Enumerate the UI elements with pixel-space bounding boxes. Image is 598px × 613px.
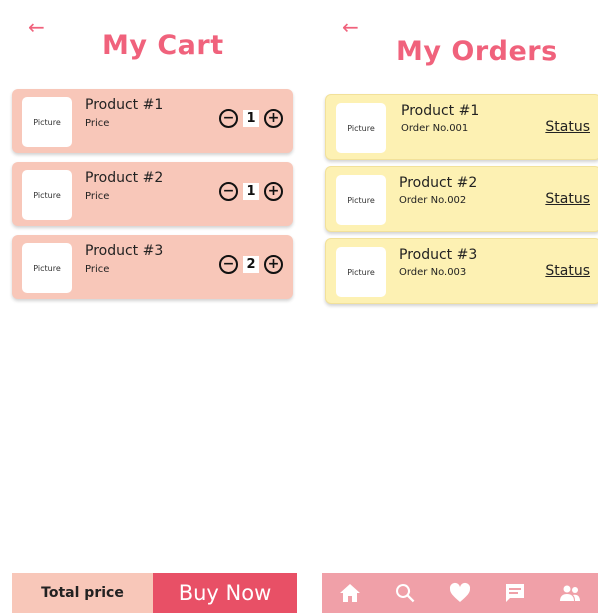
- order-number: Order No.003: [399, 267, 467, 278]
- quantity-value: 1: [243, 183, 259, 200]
- quantity-stepper: − 1 +: [219, 109, 283, 128]
- total-price-label: Total price: [12, 573, 153, 613]
- status-link[interactable]: Status: [545, 263, 590, 279]
- search-icon[interactable]: [390, 578, 420, 608]
- product-name: Product #2: [85, 170, 164, 186]
- product-picture: Picture: [22, 170, 72, 220]
- minus-icon[interactable]: −: [219, 182, 238, 201]
- screen-divider: [306, 0, 322, 613]
- chat-icon[interactable]: [500, 578, 530, 608]
- product-name: Product #2: [399, 175, 478, 191]
- product-price: Price: [85, 118, 110, 129]
- product-picture: Picture: [336, 175, 386, 225]
- quantity-value: 2: [243, 256, 259, 273]
- product-name: Product #3: [85, 243, 164, 259]
- cart-screen: ← My Cart Picture Product #1 Price − 1 +…: [0, 0, 305, 613]
- heart-icon[interactable]: [445, 578, 475, 608]
- product-price: Price: [85, 264, 110, 275]
- product-picture: Picture: [22, 243, 72, 293]
- minus-icon[interactable]: −: [219, 255, 238, 274]
- cart-footer: Total price Buy Now: [12, 573, 297, 613]
- buy-now-button[interactable]: Buy Now: [153, 573, 297, 613]
- product-price: Price: [85, 191, 110, 202]
- order-number: Order No.001: [401, 123, 469, 134]
- page-title: My Cart: [102, 30, 224, 61]
- product-name: Product #3: [399, 247, 478, 263]
- back-arrow-icon[interactable]: ←: [342, 14, 359, 40]
- order-item[interactable]: Picture Product #2 Order No.002 Status: [325, 166, 598, 232]
- quantity-stepper: − 1 +: [219, 182, 283, 201]
- product-name: Product #1: [401, 103, 480, 119]
- order-item[interactable]: Picture Product #1 Order No.001 Status: [325, 94, 598, 160]
- home-icon[interactable]: [335, 578, 365, 608]
- status-link[interactable]: Status: [545, 191, 590, 207]
- minus-icon[interactable]: −: [219, 109, 238, 128]
- plus-icon[interactable]: +: [264, 182, 283, 201]
- product-picture: Picture: [22, 97, 72, 147]
- product-name: Product #1: [85, 97, 164, 113]
- quantity-stepper: − 2 +: [219, 255, 283, 274]
- bottom-nav: [322, 573, 598, 613]
- orders-screen: ← My Orders Picture Product #1 Order No.…: [322, 0, 598, 613]
- plus-icon[interactable]: +: [264, 109, 283, 128]
- cart-item[interactable]: Picture Product #2 Price − 1 +: [12, 162, 293, 226]
- quantity-value: 1: [243, 110, 259, 127]
- back-arrow-icon[interactable]: ←: [28, 14, 45, 40]
- page-title: My Orders: [396, 36, 558, 67]
- order-number: Order No.002: [399, 195, 467, 206]
- product-picture: Picture: [336, 103, 386, 153]
- people-icon[interactable]: [555, 578, 585, 608]
- product-picture: Picture: [336, 247, 386, 297]
- plus-icon[interactable]: +: [264, 255, 283, 274]
- order-item[interactable]: Picture Product #3 Order No.003 Status: [325, 238, 598, 304]
- status-link[interactable]: Status: [545, 119, 590, 135]
- cart-item[interactable]: Picture Product #3 Price − 2 +: [12, 235, 293, 299]
- cart-item[interactable]: Picture Product #1 Price − 1 +: [12, 89, 293, 153]
